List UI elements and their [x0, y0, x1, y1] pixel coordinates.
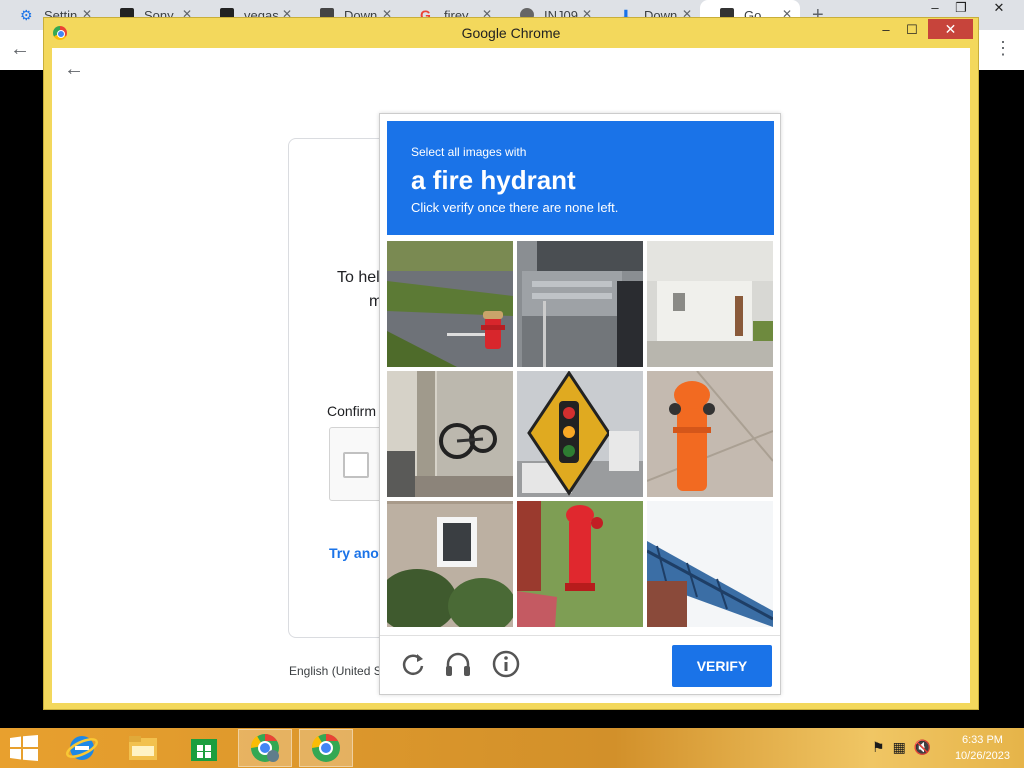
chrome-profile-icon[interactable]: [238, 729, 292, 767]
chrome-logo-icon: [53, 26, 67, 40]
try-another-link[interactable]: Try anot: [329, 545, 383, 561]
captcha-tile-3[interactable]: [647, 241, 773, 367]
minimize-button[interactable]: –: [872, 20, 900, 40]
captcha-tile-6[interactable]: [647, 371, 773, 497]
captcha-tile-8[interactable]: [517, 501, 643, 627]
captcha-footer: VERIFY: [380, 635, 780, 695]
verify-button[interactable]: VERIFY: [672, 645, 772, 687]
close-icon[interactable]: ✕: [984, 0, 1014, 20]
captcha-tile-7[interactable]: [387, 501, 513, 627]
back-arrow-icon[interactable]: ←: [10, 38, 30, 61]
windows-taskbar: ⚑ ▦ 🔇 6:33 PM 10/26/2023: [0, 728, 1024, 768]
clock-date: 10/26/2023: [954, 750, 1010, 762]
recaptcha-checkbox[interactable]: [343, 452, 369, 478]
reload-icon[interactable]: [398, 649, 428, 679]
maximize-button[interactable]: ☐: [898, 20, 926, 40]
card-text: To hel: [337, 269, 380, 286]
back-arrow-icon[interactable]: ←: [64, 58, 84, 81]
captcha-tile-1[interactable]: [387, 241, 513, 367]
headphones-icon[interactable]: [443, 649, 473, 679]
close-button[interactable]: ✕: [928, 19, 973, 39]
store-icon[interactable]: [177, 729, 231, 767]
settings-icon: ⚙: [20, 7, 33, 23]
captcha-image-grid: [387, 241, 775, 629]
language-selector[interactable]: English (United S: [289, 664, 382, 678]
popup-title: Google Chrome: [461, 25, 561, 41]
windows-start-icon[interactable]: [10, 735, 38, 761]
system-clock[interactable]: 6:33 PM 10/26/2023: [955, 732, 1010, 764]
captcha-target: a fire hydrant: [411, 165, 576, 195]
captcha-header: Select all images with a fire hydrant Cl…: [387, 121, 774, 235]
file-explorer-icon[interactable]: [116, 729, 170, 767]
captcha-subinstruction: Click verify once there are none left.: [411, 200, 619, 215]
captcha-instruction: Select all images with: [411, 145, 527, 159]
flag-icon[interactable]: ⚑: [872, 739, 885, 756]
chrome-icon[interactable]: [299, 729, 353, 767]
captcha-challenge: Select all images with a fire hydrant Cl…: [379, 113, 781, 695]
info-icon[interactable]: [491, 649, 521, 679]
network-icon[interactable]: ▦: [893, 739, 906, 756]
confirm-label: Confirm: [327, 403, 377, 419]
captcha-tile-5[interactable]: [517, 371, 643, 497]
internet-explorer-icon[interactable]: [55, 729, 109, 767]
captcha-tile-9[interactable]: [647, 501, 773, 627]
system-tray: ⚑ ▦ 🔇: [872, 739, 931, 756]
captcha-tile-2[interactable]: [517, 241, 643, 367]
volume-muted-icon[interactable]: 🔇: [914, 739, 931, 756]
captcha-tile-4[interactable]: [387, 371, 513, 497]
clock-time: 6:33 PM: [961, 734, 1003, 746]
popup-titlebar: Google Chrome – ☐ ✕: [44, 18, 978, 48]
menu-dots-icon[interactable]: ⋮: [994, 38, 1012, 59]
